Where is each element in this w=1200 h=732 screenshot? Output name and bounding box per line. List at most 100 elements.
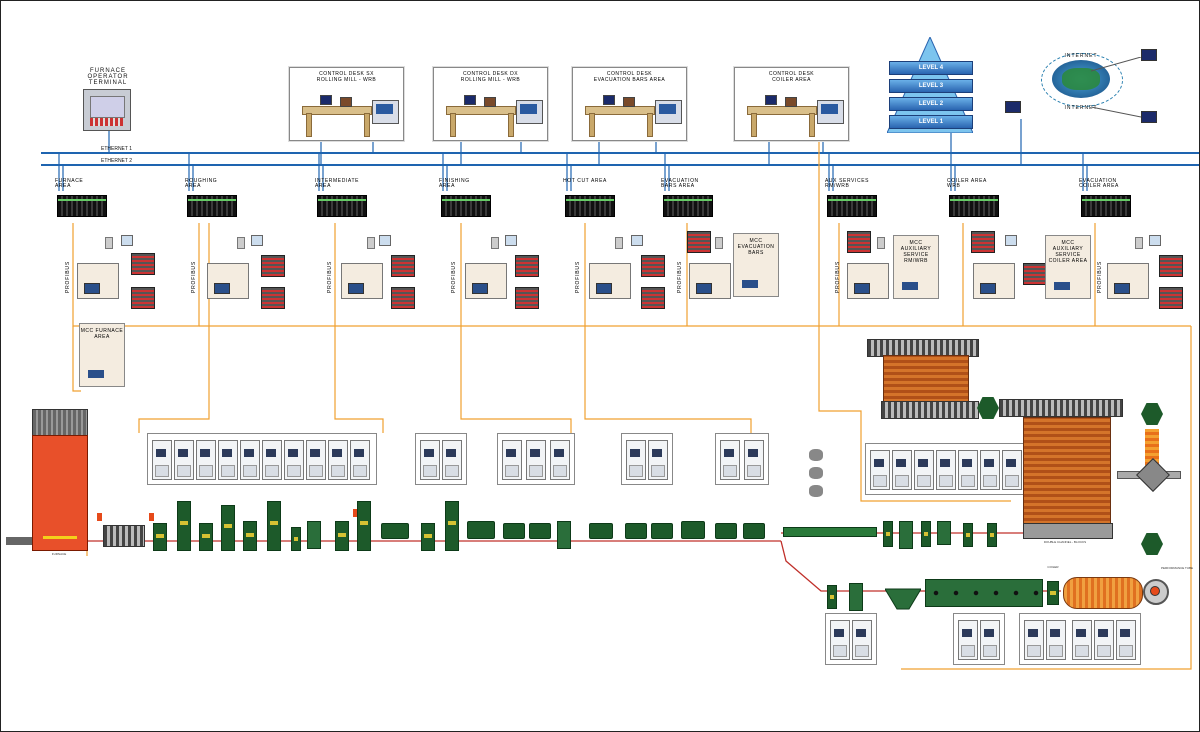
drive-group-pinch — [825, 613, 877, 665]
water-box — [783, 527, 877, 537]
sensor-box — [1149, 235, 1161, 246]
level-2: LEVEL 2 — [889, 97, 973, 111]
stand-10 — [445, 501, 459, 551]
mcc-label: MCC EVACUATION BARS — [737, 238, 775, 256]
mcc-label: MCC FURNACE AREA — [80, 328, 124, 340]
stand-2 — [177, 501, 191, 551]
plc-furnace-area: FURNACE AREA — [55, 179, 109, 219]
plc-coiler-area: COILER AREA WRB — [947, 179, 1001, 219]
loop-4 — [681, 521, 705, 539]
sensor-box — [1005, 235, 1017, 246]
hot-metal-detector — [149, 513, 154, 521]
sensor — [237, 237, 245, 249]
cooling-bed-label: DOUBLE CHANNEL - BLOCKS — [1043, 540, 1087, 544]
stand-4 — [221, 505, 235, 551]
stelmor-conveyor — [925, 579, 1043, 607]
area-label: COILER AREA WRB — [947, 178, 987, 189]
io-module — [847, 231, 871, 253]
io-module — [971, 231, 995, 253]
drive-group-intermediate — [415, 433, 467, 485]
control-desk-sx: CONTROL DESK SX ROLLING MILL - WRB — [289, 67, 404, 141]
mcc-label: MCC AUXILIARY SERVICE COILER AREA — [1048, 240, 1088, 264]
stand-6 — [267, 501, 281, 551]
pinch-roll-lower — [827, 585, 837, 609]
mid-conveyor — [881, 401, 979, 419]
pinch-roll-2 — [883, 521, 893, 547]
furnace-label: FURNACE — [51, 552, 67, 556]
laying-head — [885, 588, 921, 610]
io-module — [515, 287, 539, 309]
drive-group-roughing — [147, 433, 377, 485]
server-pc — [1005, 101, 1021, 113]
automation-level-pyramid: LEVEL 4 LEVEL 3 LEVEL 2 LEVEL 1 — [887, 37, 973, 133]
control-desk-evacuation: CONTROL DESK EVACUATION BARS AREA — [572, 67, 687, 141]
io-module — [391, 287, 415, 309]
io-module — [641, 255, 665, 277]
hot-metal-detector — [97, 513, 102, 521]
area-label: EVACUATION BARS AREA — [661, 178, 699, 189]
level-1: LEVEL 1 — [889, 115, 973, 129]
ethernet-1-label: ETHERNET 1 — [101, 146, 133, 152]
remote-io-cabinet — [589, 263, 631, 299]
sensor — [105, 237, 113, 249]
drive-group-finishing-2 — [715, 433, 769, 485]
profibus-label: PROFIBUS — [835, 261, 841, 293]
entry-roller — [6, 537, 32, 545]
pinch-roll-4 — [963, 523, 973, 547]
desk-title: CONTROL DESK EVACUATION BARS AREA — [593, 71, 666, 83]
desk-title: CONTROL DESK DX ROLLING MILL - WRB — [460, 71, 521, 83]
shear-4 — [937, 521, 951, 545]
sensor-box — [251, 235, 263, 246]
io-module — [687, 231, 711, 253]
remote-io-cabinet — [341, 263, 383, 299]
remote-io-cabinet — [1107, 263, 1149, 299]
profibus-label: PROFIBUS — [575, 261, 581, 293]
plc-evacuation-bars-area: EVACUATION BARS AREA — [661, 179, 715, 219]
mcc-aux-service-coiler: MCC AUXILIARY SERVICE COILER AREA — [1045, 235, 1091, 299]
drive-group-laying-head — [953, 613, 1005, 665]
sensor — [715, 237, 723, 249]
plc-hot-cut-area: HOT CUT AREA — [563, 179, 617, 219]
profibus-label: PROFIBUS — [65, 261, 71, 293]
coiler-label: COILER — [1047, 565, 1059, 569]
io-module — [1159, 255, 1183, 277]
profibus-label: PROFIBUS — [191, 261, 197, 293]
pinch-roll-5 — [987, 523, 997, 547]
drive-group-loop — [621, 433, 673, 485]
stand-11 — [503, 523, 525, 539]
double-channel-cooling-bed — [1023, 417, 1111, 525]
stand-7 — [335, 521, 349, 551]
pinch-roll — [291, 527, 301, 551]
loop-3 — [589, 523, 613, 539]
area-label: HOT CUT AREA — [563, 178, 607, 184]
stand-14 — [651, 523, 673, 539]
plc-finishing-area: FINISHING AREA — [439, 179, 493, 219]
plc-aux-services: AUX SERVICES RM/WRB — [825, 179, 879, 219]
remote-io-cabinet — [207, 263, 249, 299]
stand-9 — [421, 523, 435, 551]
sensor — [1135, 237, 1143, 249]
desk-title: CONTROL DESK COILER AREA — [768, 71, 815, 83]
coil-collection — [1063, 577, 1143, 609]
level-3: LEVEL 3 — [889, 79, 973, 93]
mcc-furnace-area: MCC FURNACE AREA — [79, 323, 125, 387]
area-label: AUX SERVICES RM/WRB — [825, 178, 870, 189]
stand-16 — [743, 523, 765, 539]
loop-2 — [467, 521, 495, 539]
stand-15 — [715, 523, 737, 539]
mcc-aux-service-rm-wrb: MCC AUXILIARY SERVICE RM/WRB — [893, 235, 939, 299]
shear-1 — [307, 521, 321, 549]
io-module — [261, 287, 285, 309]
io-module — [1023, 263, 1047, 285]
desk-title: CONTROL DESK SX ROLLING MILL - WRB — [316, 71, 377, 83]
io-module — [391, 255, 415, 277]
sensor-box — [379, 235, 391, 246]
io-module — [515, 255, 539, 277]
profibus-label: PROFIBUS — [327, 261, 333, 293]
drive-group-coiler — [865, 443, 1027, 495]
level-4: LEVEL 4 — [889, 61, 973, 75]
io-module — [261, 255, 285, 277]
roller-table — [103, 525, 145, 547]
stand-8 — [357, 501, 371, 551]
io-module — [1159, 287, 1183, 309]
